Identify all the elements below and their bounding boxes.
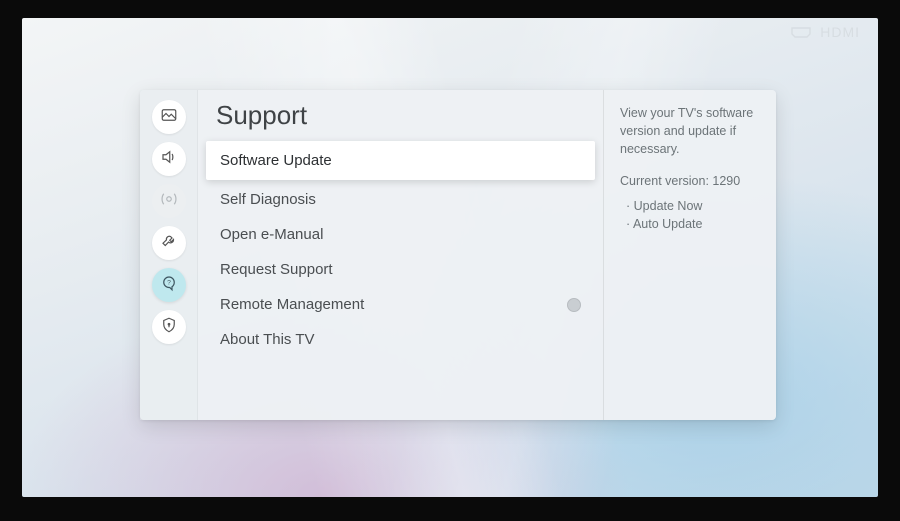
detail-option: Auto Update bbox=[626, 215, 760, 233]
nav-picture[interactable] bbox=[152, 100, 186, 134]
toggle-indicator[interactable] bbox=[567, 298, 581, 312]
menu-item-label: Software Update bbox=[220, 152, 332, 169]
picture-icon bbox=[160, 106, 178, 129]
hdmi-icon bbox=[790, 26, 812, 38]
settings-center-pane: Support Software Update Self Diagnosis O… bbox=[198, 90, 604, 420]
support-icon: ? bbox=[160, 274, 178, 297]
menu-item-about-this-tv[interactable]: About This TV bbox=[198, 322, 603, 357]
menu-item-label: Remote Management bbox=[220, 296, 364, 313]
page-title: Support bbox=[198, 100, 603, 139]
menu-item-open-emanual[interactable]: Open e-Manual bbox=[198, 217, 603, 252]
broadcast-icon bbox=[160, 190, 178, 213]
menu-item-label: Request Support bbox=[220, 261, 333, 278]
nav-sound[interactable] bbox=[152, 142, 186, 176]
menu-item-self-diagnosis[interactable]: Self Diagnosis bbox=[198, 182, 603, 217]
sound-icon bbox=[160, 148, 178, 171]
input-source-label: HDMI bbox=[820, 24, 860, 40]
settings-panel: ? Support Software Update Self Diagnos bbox=[140, 90, 776, 420]
tv-screen: HDMI bbox=[22, 18, 878, 497]
detail-option: Update Now bbox=[626, 197, 760, 215]
settings-detail-pane: View your TV's software version and upda… bbox=[604, 90, 776, 420]
tv-frame: HDMI bbox=[0, 0, 900, 521]
menu-item-label: Self Diagnosis bbox=[220, 191, 316, 208]
svg-text:?: ? bbox=[167, 279, 171, 286]
shield-icon bbox=[160, 316, 178, 339]
menu-item-request-support[interactable]: Request Support bbox=[198, 252, 603, 287]
nav-general[interactable] bbox=[152, 226, 186, 260]
nav-broadcast[interactable] bbox=[152, 184, 186, 218]
input-source-badge: HDMI bbox=[790, 24, 860, 40]
menu-item-remote-management[interactable]: Remote Management bbox=[198, 287, 603, 322]
menu-item-label: About This TV bbox=[220, 331, 315, 348]
detail-description: View your TV's software version and upda… bbox=[620, 104, 760, 158]
nav-privacy[interactable] bbox=[152, 310, 186, 344]
settings-nav-rail: ? bbox=[140, 90, 198, 420]
menu-item-label: Open e-Manual bbox=[220, 226, 323, 243]
menu-item-software-update[interactable]: Software Update bbox=[206, 141, 595, 180]
detail-version: Current version: 1290 bbox=[620, 172, 760, 190]
nav-support[interactable]: ? bbox=[152, 268, 186, 302]
support-menu: Software Update Self Diagnosis Open e-Ma… bbox=[198, 139, 603, 357]
wrench-icon bbox=[160, 232, 178, 255]
detail-options-list: Update Now Auto Update bbox=[626, 197, 760, 233]
